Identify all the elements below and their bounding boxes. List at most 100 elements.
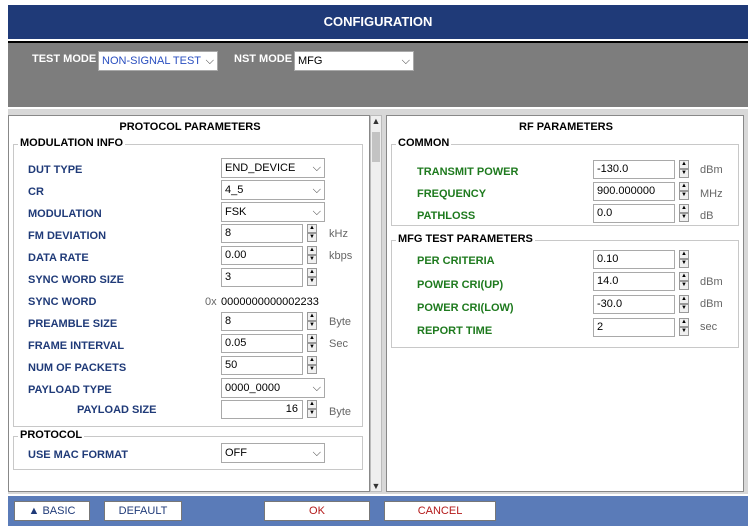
pathloss-spinner[interactable]: ▲ ▼ — [679, 204, 689, 223]
nst-mode-select[interactable]: MFG ⌵ — [294, 51, 414, 71]
spin-up-icon[interactable]: ▲ — [679, 182, 689, 191]
default-button[interactable]: DEFAULT — [104, 501, 182, 521]
transmit-power-input[interactable]: -130.0 — [593, 160, 675, 179]
use-mac-format-label: USE MAC FORMAT — [28, 449, 129, 461]
report-time-spinner[interactable]: ▲ ▼ — [679, 318, 689, 337]
payload-type-select[interactable]: 0000_0000 ⌵ — [221, 378, 325, 398]
test-mode-select[interactable]: NON-SIGNAL TEST ⌵ — [98, 51, 218, 71]
power-cri-up-label: POWER CRI(UP) — [417, 279, 504, 291]
spin-up-icon[interactable]: ▲ — [307, 334, 317, 343]
spin-up-icon[interactable]: ▲ — [679, 272, 689, 281]
pathloss-input[interactable]: 0.0 — [593, 204, 675, 223]
spin-up-icon[interactable]: ▲ — [679, 318, 689, 327]
spin-down-icon[interactable]: ▼ — [307, 233, 317, 242]
num-packets-input[interactable]: 50 — [221, 356, 303, 375]
power-cri-low-label: POWER CRI(LOW) — [417, 302, 514, 314]
scroll-up-icon[interactable]: ▲ — [371, 116, 381, 126]
num-packets-label: NUM OF PACKETS — [28, 362, 127, 374]
fm-deviation-unit: kHz — [329, 228, 348, 240]
per-criteria-input[interactable]: 0.10 — [593, 250, 675, 269]
report-time-label: REPORT TIME — [417, 325, 493, 337]
spin-down-icon[interactable]: ▼ — [679, 259, 689, 268]
spin-up-icon[interactable]: ▲ — [307, 356, 317, 365]
payload-size-unit: Byte — [329, 406, 352, 418]
sync-word-label: SYNC WORD — [28, 296, 97, 308]
window-title: CONFIGURATION — [8, 5, 748, 39]
sync-word-size-input[interactable]: 3 — [221, 268, 303, 287]
fm-deviation-spinner[interactable]: ▲ ▼ — [307, 224, 317, 243]
spin-up-icon[interactable]: ▲ — [679, 295, 689, 304]
num-packets-spinner[interactable]: ▲ ▼ — [307, 356, 317, 375]
spin-down-icon[interactable]: ▼ — [307, 321, 317, 330]
spin-up-icon[interactable]: ▲ — [679, 250, 689, 259]
modulation-value: FSK — [225, 206, 247, 218]
preamble-size-spinner[interactable]: ▲ ▼ — [307, 312, 317, 331]
data-rate-unit: kbps — [329, 250, 353, 262]
spin-down-icon[interactable]: ▼ — [307, 409, 317, 418]
use-mac-format-select[interactable]: OFF ⌵ — [221, 443, 325, 463]
per-criteria-spinner[interactable]: ▲ ▼ — [679, 250, 689, 269]
spin-down-icon[interactable]: ▼ — [307, 343, 317, 352]
cancel-button[interactable]: CANCEL — [384, 501, 496, 521]
sync-word-value[interactable]: 0000000000002233 — [221, 296, 319, 308]
spin-down-icon[interactable]: ▼ — [679, 304, 689, 313]
cr-select[interactable]: 4_5 ⌵ — [221, 180, 325, 200]
spin-down-icon[interactable]: ▼ — [679, 169, 689, 178]
spin-down-icon[interactable]: ▼ — [679, 281, 689, 290]
chevron-down-icon: ⌵ — [312, 162, 321, 174]
common-title: COMMON — [396, 137, 452, 149]
ok-button[interactable]: OK — [264, 501, 370, 521]
power-cri-up-unit: dBm — [700, 276, 723, 288]
spin-down-icon[interactable]: ▼ — [307, 277, 317, 286]
protocol-title: PROTOCOL — [18, 429, 85, 441]
frame-interval-input[interactable]: 0.05 — [221, 334, 303, 353]
report-time-input[interactable]: 2 — [593, 318, 675, 337]
sync-word-size-spinner[interactable]: ▲ ▼ — [307, 268, 317, 287]
power-cri-up-input[interactable]: 14.0 — [593, 272, 675, 291]
preamble-size-unit: Byte — [329, 316, 352, 328]
data-rate-input[interactable]: 0.00 — [221, 246, 303, 265]
spin-down-icon[interactable]: ▼ — [679, 213, 689, 222]
transmit-power-label: TRANSMIT POWER — [417, 166, 519, 178]
sync-word-prefix: 0x — [205, 296, 217, 308]
transmit-power-spinner[interactable]: ▲ ▼ — [679, 160, 689, 179]
spin-up-icon[interactable]: ▲ — [307, 224, 317, 233]
report-time-unit: sec — [700, 321, 718, 333]
spin-down-icon[interactable]: ▼ — [307, 365, 317, 374]
spin-down-icon[interactable]: ▼ — [307, 255, 317, 264]
chevron-down-icon: ⌵ — [312, 447, 321, 459]
modulation-select[interactable]: FSK ⌵ — [221, 202, 325, 222]
dut-type-select[interactable]: END_DEVICE ⌵ — [221, 158, 325, 178]
frequency-input[interactable]: 900.000000 — [593, 182, 675, 201]
use-mac-format-value: OFF — [225, 447, 247, 459]
pathloss-label: PATHLOSS — [417, 210, 476, 222]
frequency-spinner[interactable]: ▲ ▼ — [679, 182, 689, 201]
power-cri-low-unit: dBm — [700, 298, 723, 310]
rf-parameters-panel: RF PARAMETERS COMMON TRANSMIT POWER -130… — [386, 115, 744, 492]
spin-down-icon[interactable]: ▼ — [679, 327, 689, 336]
spin-up-icon[interactable]: ▲ — [307, 246, 317, 255]
scroll-down-icon[interactable]: ▼ — [371, 481, 381, 491]
spin-up-icon[interactable]: ▲ — [679, 160, 689, 169]
power-cri-up-spinner[interactable]: ▲ ▼ — [679, 272, 689, 291]
payload-type-label: PAYLOAD TYPE — [28, 384, 112, 396]
spin-up-icon[interactable]: ▲ — [679, 204, 689, 213]
left-panel-scrollbar[interactable]: ▲ ▼ — [370, 115, 382, 492]
fm-deviation-input[interactable]: 8 — [221, 224, 303, 243]
basic-button[interactable]: ▲ BASIC — [14, 501, 90, 521]
frame-interval-spinner[interactable]: ▲ ▼ — [307, 334, 317, 353]
preamble-size-input[interactable]: 8 — [221, 312, 303, 331]
power-cri-low-input[interactable]: -30.0 — [593, 295, 675, 314]
data-rate-spinner[interactable]: ▲ ▼ — [307, 246, 317, 265]
cr-value: 4_5 — [225, 184, 244, 196]
spin-up-icon[interactable]: ▲ — [307, 268, 317, 277]
spin-down-icon[interactable]: ▼ — [679, 191, 689, 200]
preamble-size-label: PREAMBLE SIZE — [28, 318, 118, 330]
nst-mode-value: MFG — [298, 55, 323, 67]
scrollbar-thumb[interactable] — [372, 132, 380, 162]
power-cri-low-spinner[interactable]: ▲ ▼ — [679, 295, 689, 314]
spin-up-icon[interactable]: ▲ — [307, 400, 317, 409]
spin-up-icon[interactable]: ▲ — [307, 312, 317, 321]
payload-size-spinner[interactable]: ▲ ▼ — [307, 400, 317, 419]
payload-size-input[interactable]: 16 — [221, 400, 303, 419]
